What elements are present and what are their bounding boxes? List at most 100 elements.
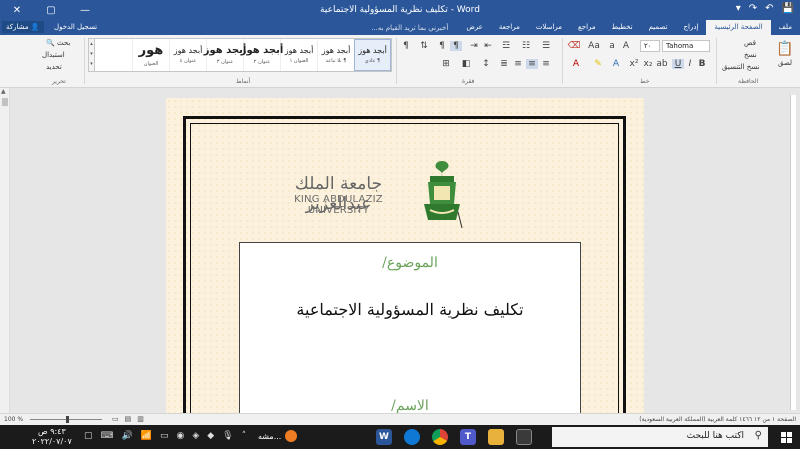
tell-me-search[interactable]: أخبرني بما تريد القيام به... <box>361 24 458 32</box>
style-preview: أبجد هوز <box>240 45 284 56</box>
task-view-icon[interactable] <box>516 429 532 445</box>
tab-design[interactable]: تصميم <box>641 20 676 35</box>
bold-icon[interactable]: B <box>696 59 708 69</box>
tab-review[interactable]: مراجعة <box>491 20 528 35</box>
select-button[interactable]: تحديد <box>46 63 62 71</box>
chrome-app-icon[interactable] <box>432 429 448 445</box>
replace-button[interactable]: استبدال <box>42 51 65 59</box>
topic-title: تكليف نظرية المسؤولية الاجتماعية <box>296 300 524 319</box>
customize-qat-icon[interactable]: ▾ <box>736 3 741 14</box>
search-placeholder: اكتب هنا للبحث <box>686 431 744 441</box>
tab-mailings[interactable]: مراسلات <box>528 20 570 35</box>
window-title: تكليف نظرية المسؤولية الاجتماعية - Word <box>320 5 480 15</box>
web-layout-icon[interactable]: ▭ <box>112 415 119 423</box>
align-left-icon[interactable]: ≡ <box>512 59 524 69</box>
shading-icon[interactable]: ◧ <box>460 59 472 69</box>
borders-icon[interactable]: ⊞ <box>440 59 452 69</box>
numbering-icon[interactable]: ☷ <box>520 41 532 51</box>
print-layout-icon[interactable]: ▤ <box>125 415 132 423</box>
undo-icon[interactable]: ↶ <box>765 3 773 14</box>
vertical-scrollbar[interactable]: ▲ <box>0 88 10 413</box>
teams-app-icon[interactable]: T <box>460 429 476 445</box>
show-formatting-icon[interactable]: ¶ <box>400 41 412 51</box>
find-button[interactable]: 🔍 بحث <box>46 39 70 47</box>
read-mode-icon[interactable]: ▥ <box>137 415 144 423</box>
format-painter-button[interactable]: نسخ التنسيق <box>722 63 759 71</box>
font-color-icon[interactable]: A <box>570 59 582 69</box>
share-button[interactable]: 👤 مشاركة <box>2 21 44 33</box>
volume-icon[interactable]: 🔊 <box>122 431 133 441</box>
grow-font-icon[interactable]: A <box>620 41 632 51</box>
highlight-icon[interactable]: ✎ <box>592 59 604 69</box>
tab-references[interactable]: مراجع <box>570 20 604 35</box>
file-explorer-icon[interactable] <box>488 429 504 445</box>
zoom-level[interactable]: 100 % <box>4 416 23 423</box>
style-heading-2[interactable]: أبجد هوز عنوان ٢ <box>241 39 283 71</box>
style-no-spacing[interactable]: أبجد هوز ¶ بلا تباعد <box>317 39 354 71</box>
line-spacing-icon[interactable]: ↕ <box>480 59 492 69</box>
zoom-slider-knob[interactable] <box>66 416 69 423</box>
align-right-icon[interactable]: ≡ <box>540 59 552 69</box>
sort-icon[interactable]: ⇅ <box>418 41 430 51</box>
style-title[interactable]: هور العنوان <box>132 39 169 71</box>
style-normal[interactable]: أبجد هوز ¶ عادي <box>354 39 391 71</box>
strikethrough-icon[interactable]: ab <box>656 59 668 69</box>
style-heading-3[interactable]: أبجد هوز عنوان ٣ <box>204 39 246 71</box>
style-heading-1[interactable]: أبجد هوز العنوان ١ <box>280 39 317 71</box>
taskbar-search[interactable]: ⚲ اكتب هنا للبحث <box>552 427 768 447</box>
redo-icon[interactable]: ↷ <box>749 3 757 14</box>
search-icon: 🔍 <box>46 39 55 47</box>
bullets-icon[interactable]: ☰ <box>540 41 552 51</box>
cut-button[interactable]: قص <box>744 39 756 47</box>
battery-icon[interactable]: ▭ <box>160 431 169 441</box>
ltr-icon[interactable]: ¶ <box>436 41 448 51</box>
copy-button[interactable]: نسخ <box>744 51 757 59</box>
multilevel-list-icon[interactable]: ☲ <box>500 41 512 51</box>
text-effects-icon[interactable]: A <box>610 59 622 69</box>
tray-app-icon[interactable]: ◈ <box>192 431 199 441</box>
tab-insert[interactable]: إدراج <box>675 20 706 35</box>
tab-layout[interactable]: تخطيط <box>604 20 641 35</box>
tab-view[interactable]: عرض <box>458 20 491 35</box>
increase-indent-icon[interactable]: ⇥ <box>468 41 480 51</box>
network-icon[interactable]: 📶 <box>141 431 152 441</box>
tray-app-icon[interactable]: ◆ <box>207 431 214 441</box>
align-center-icon[interactable]: ≡ <box>526 59 538 69</box>
superscript-icon[interactable]: x² <box>628 59 640 69</box>
running-app[interactable]: مشه... <box>258 430 298 442</box>
word-app-icon[interactable]: W <box>376 429 392 445</box>
paste-icon[interactable]: 📋 <box>776 40 794 58</box>
clear-formatting-icon[interactable]: ⌫ <box>568 41 581 51</box>
notification-icon[interactable]: ▢ <box>84 431 93 441</box>
subscript-icon[interactable]: x₂ <box>642 59 654 69</box>
underline-icon[interactable]: U <box>672 59 684 69</box>
decrease-indent-icon[interactable]: ⇤ <box>482 41 494 51</box>
view-buttons: ▭ ▤ ▥ <box>112 415 144 423</box>
university-name-english: KING ABDULAZIZ UNIVERSITY <box>294 194 383 216</box>
style-heading-4[interactable]: أبجد هوز عنوان ٤ <box>169 39 206 71</box>
start-button[interactable] <box>772 425 800 449</box>
style-name: عنوان ٣ <box>216 59 234 65</box>
language-icon[interactable]: ⌨ <box>101 431 114 441</box>
shrink-font-icon[interactable]: a <box>606 41 618 51</box>
font-name-box[interactable]: Tahoma <box>662 40 710 52</box>
sign-in-link[interactable]: تسجيل الدخول <box>54 21 97 34</box>
font-size-box[interactable]: ٢٠ <box>640 40 660 52</box>
microphone-icon[interactable]: 🎙 <box>222 431 233 441</box>
taskbar-clock[interactable]: ٩:٤٣ ص ٢٠٢٢/٠٧/٠٧ <box>32 427 72 447</box>
share-label: مشاركة <box>6 23 29 31</box>
change-case-icon[interactable]: Aa <box>588 41 600 51</box>
tray-app-icon[interactable]: ◉ <box>176 431 184 441</box>
ribbon-separator <box>396 38 397 84</box>
justify-icon[interactable]: ≣ <box>498 59 510 69</box>
edge-app-icon[interactable] <box>404 429 420 445</box>
paste-button[interactable]: لصق <box>778 59 792 67</box>
tab-file[interactable]: ملف <box>771 20 800 35</box>
scrollbar-thumb[interactable] <box>2 98 8 106</box>
rtl-icon[interactable]: ¶ <box>450 41 462 51</box>
save-icon[interactable]: 💾 <box>782 3 794 14</box>
tab-home[interactable]: الصفحة الرئيسية <box>706 20 771 35</box>
scroll-up-icon[interactable]: ▲ <box>1 88 6 95</box>
italic-icon[interactable]: I <box>684 59 696 69</box>
show-hidden-icon[interactable]: ˄ <box>242 431 247 441</box>
